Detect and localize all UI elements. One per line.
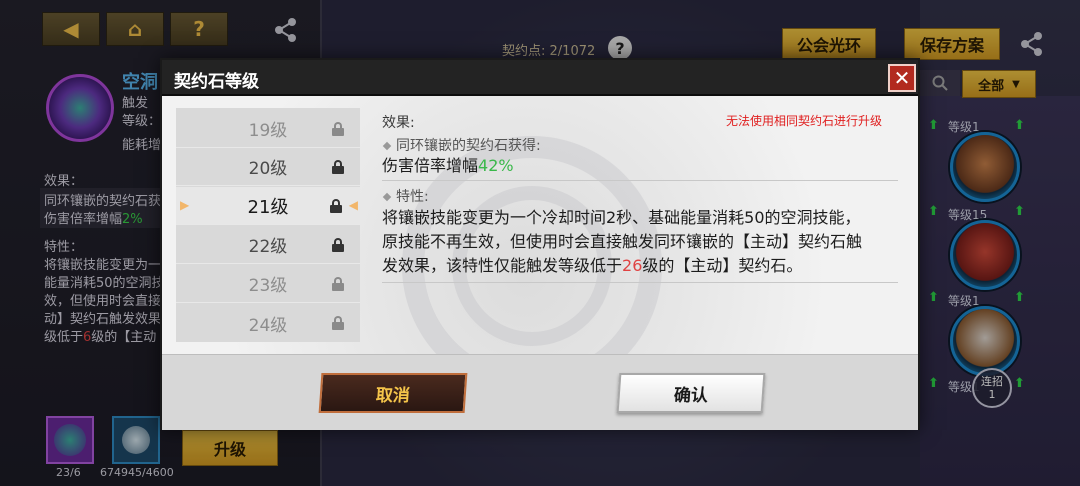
dialog-title: 契约石等级: [174, 72, 259, 92]
trait-line: 发效果，该特性仅能触发等级低于26级的【主动】契约石。: [382, 256, 803, 275]
upgrade-warning: 无法使用相同契约石进行升级: [726, 114, 883, 128]
dialog-footer: 取消 确认: [162, 354, 918, 430]
diamond-bullet-icon: [382, 141, 392, 151]
lock-icon: [332, 122, 344, 136]
dialog-header: 契约石等级 ✕: [162, 60, 918, 96]
stone-level-dialog: 契约石等级 ✕ 19级 20级 ▶ 21级 ◀ 22级 23级 24级 效果: …: [160, 58, 920, 430]
trait-label: 特性:: [382, 186, 429, 206]
divider: [382, 180, 898, 181]
cancel-button[interactable]: 取消: [318, 373, 468, 413]
bonus-text: 伤害倍率增幅42%: [382, 156, 514, 175]
trait-line: 原技能不再生效，但使用时会直接触发同环镶嵌的【主动】契约石触: [382, 232, 863, 251]
bonus-label: 同环镶嵌的契约石获得:: [382, 135, 541, 155]
caret-right-icon: ▶: [180, 198, 190, 212]
level-picker[interactable]: 19级 20级 ▶ 21级 ◀ 22级 23级 24级: [176, 108, 360, 342]
lock-icon: [332, 277, 344, 291]
level-option[interactable]: 19级: [176, 110, 360, 148]
level-option[interactable]: 23级: [176, 265, 360, 303]
lock-icon: [330, 199, 342, 213]
close-icon: ✕: [893, 66, 911, 90]
level-option[interactable]: 20级: [176, 148, 360, 186]
divider: [382, 282, 898, 283]
confirm-button[interactable]: 确认: [616, 373, 766, 413]
close-button[interactable]: ✕: [888, 64, 916, 92]
lock-icon: [332, 238, 344, 252]
effect-label: 效果:: [382, 115, 415, 131]
diamond-bullet-icon: [382, 192, 392, 202]
lock-icon: [332, 160, 344, 174]
level-option[interactable]: 24级: [176, 304, 360, 342]
level-option[interactable]: 22级: [176, 226, 360, 264]
lock-icon: [332, 316, 344, 330]
trait-line: 将镶嵌技能变更为一个冷却时间2秒、基础能量消耗50的空洞技能，: [382, 208, 861, 227]
level-option-selected[interactable]: ▶ 21级 ◀: [176, 187, 360, 225]
caret-left-icon: ◀: [348, 198, 358, 212]
